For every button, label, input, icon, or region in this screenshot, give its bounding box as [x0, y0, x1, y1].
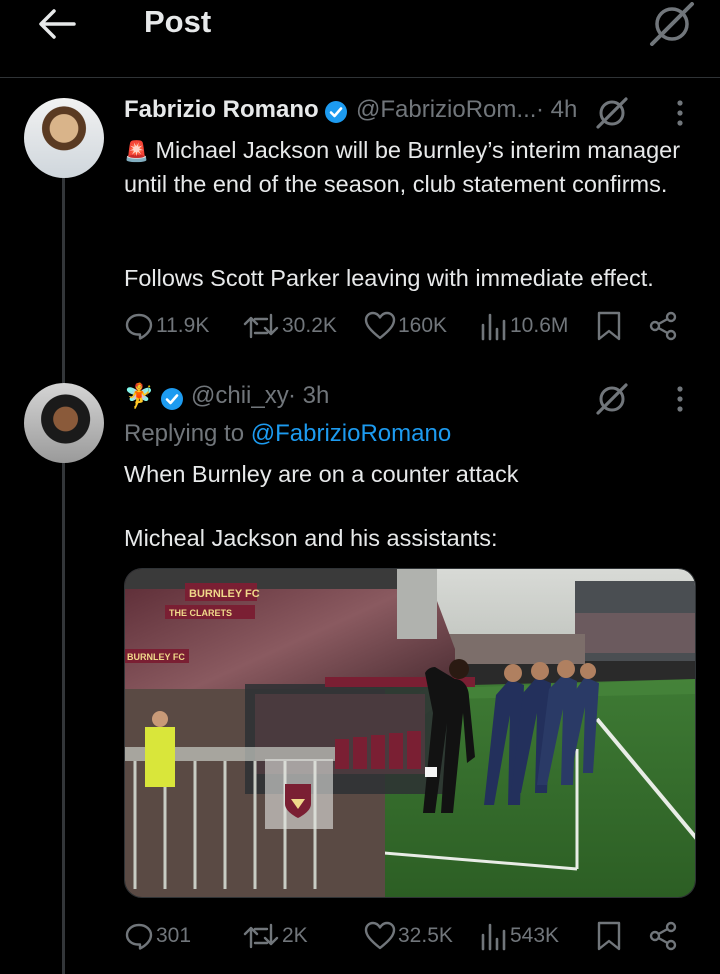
- bookmark-icon[interactable]: [596, 921, 622, 951]
- repost-button[interactable]: 30.2K: [242, 308, 337, 344]
- like-button[interactable]: 160K: [364, 308, 447, 344]
- reply-icon: [125, 313, 153, 340]
- post-text: When Burnley are on a counter attack: [124, 461, 519, 487]
- repost-icon: [243, 313, 279, 339]
- reply-count: 301: [156, 924, 192, 947]
- share-icon[interactable]: [648, 311, 678, 341]
- author-handle[interactable]: @chii_xy: [191, 382, 289, 410]
- banner-burnley-fc: BURNLEY FC: [189, 588, 260, 600]
- share-icon[interactable]: [648, 921, 678, 951]
- stadium-photo: BURNLEY FC THE CLARETS BURNLEY FC: [125, 569, 695, 897]
- verified-badge-icon: [325, 101, 347, 123]
- post-time[interactable]: · 3h: [288, 382, 329, 410]
- fairy-emoji: 🧚: [124, 383, 154, 410]
- reply-button[interactable]: 301: [124, 918, 191, 954]
- page-title: Post: [144, 4, 212, 39]
- more-icon[interactable]: [675, 384, 685, 414]
- post-actions: 11.9K 30.2K 160K 10.6M: [124, 308, 684, 344]
- replying-to-handle-link[interactable]: @FabrizioRomano: [251, 420, 451, 447]
- reply-icon: [125, 923, 153, 950]
- post-actions: 301 2K 32.5K 543K: [124, 918, 684, 954]
- repost-icon: [243, 923, 279, 949]
- author-handle[interactable]: @FabrizioRom...: [356, 96, 536, 124]
- siren-emoji: 🚨: [124, 141, 149, 163]
- views-icon: [481, 313, 506, 341]
- banner-the-clarets: THE CLARETS: [169, 608, 232, 618]
- thread-connector: [62, 462, 65, 974]
- post-image[interactable]: BURNLEY FC THE CLARETS BURNLEY FC: [124, 568, 696, 898]
- like-button[interactable]: 32.5K: [364, 918, 453, 954]
- repost-count: 2K: [282, 924, 308, 947]
- grok-icon[interactable]: [594, 96, 630, 130]
- author-name[interactable]: Fabrizio Romano: [124, 96, 319, 124]
- like-count: 32.5K: [398, 924, 453, 947]
- bookmark-icon[interactable]: [596, 311, 622, 341]
- post-text-line: Michael Jackson will be Burnley’s interi…: [124, 137, 681, 197]
- replying-to: Replying to @FabrizioRomano: [124, 420, 451, 448]
- top-bar: Post: [0, 0, 720, 78]
- post-text-caption: Micheal Jackson and his assistants:: [124, 525, 498, 551]
- avatar[interactable]: [24, 98, 104, 178]
- grok-icon[interactable]: [594, 382, 630, 416]
- more-icon[interactable]: [675, 98, 685, 128]
- like-count: 160K: [398, 314, 448, 337]
- replying-to-label: Replying to: [124, 420, 245, 447]
- thread-connector: [62, 177, 65, 383]
- views-button[interactable]: 10.6M: [478, 308, 568, 344]
- grok-icon[interactable]: [648, 2, 696, 46]
- avatar[interactable]: [24, 383, 104, 463]
- like-icon: [364, 921, 396, 950]
- post-text-follow-up: Follows Scott Parker leaving with immedi…: [124, 265, 654, 291]
- views-button[interactable]: 543K: [478, 918, 559, 954]
- verified-badge-icon: [161, 388, 183, 410]
- view-count: 543K: [510, 924, 560, 947]
- repost-button[interactable]: 2K: [242, 918, 308, 954]
- reply-count: 11.9K: [156, 314, 210, 337]
- reply-button[interactable]: 11.9K: [124, 308, 209, 344]
- post-time[interactable]: · 4h: [536, 96, 577, 124]
- repost-count: 30.2K: [282, 314, 337, 337]
- banner-burnley-fc-stand: BURNLEY FC: [127, 652, 185, 662]
- like-icon: [364, 311, 396, 340]
- back-arrow-icon[interactable]: [36, 8, 76, 40]
- view-count: 10.6M: [510, 314, 569, 337]
- views-icon: [481, 923, 506, 951]
- post-text: 🚨 Michael Jackson will be Burnley’s inte…: [124, 134, 704, 200]
